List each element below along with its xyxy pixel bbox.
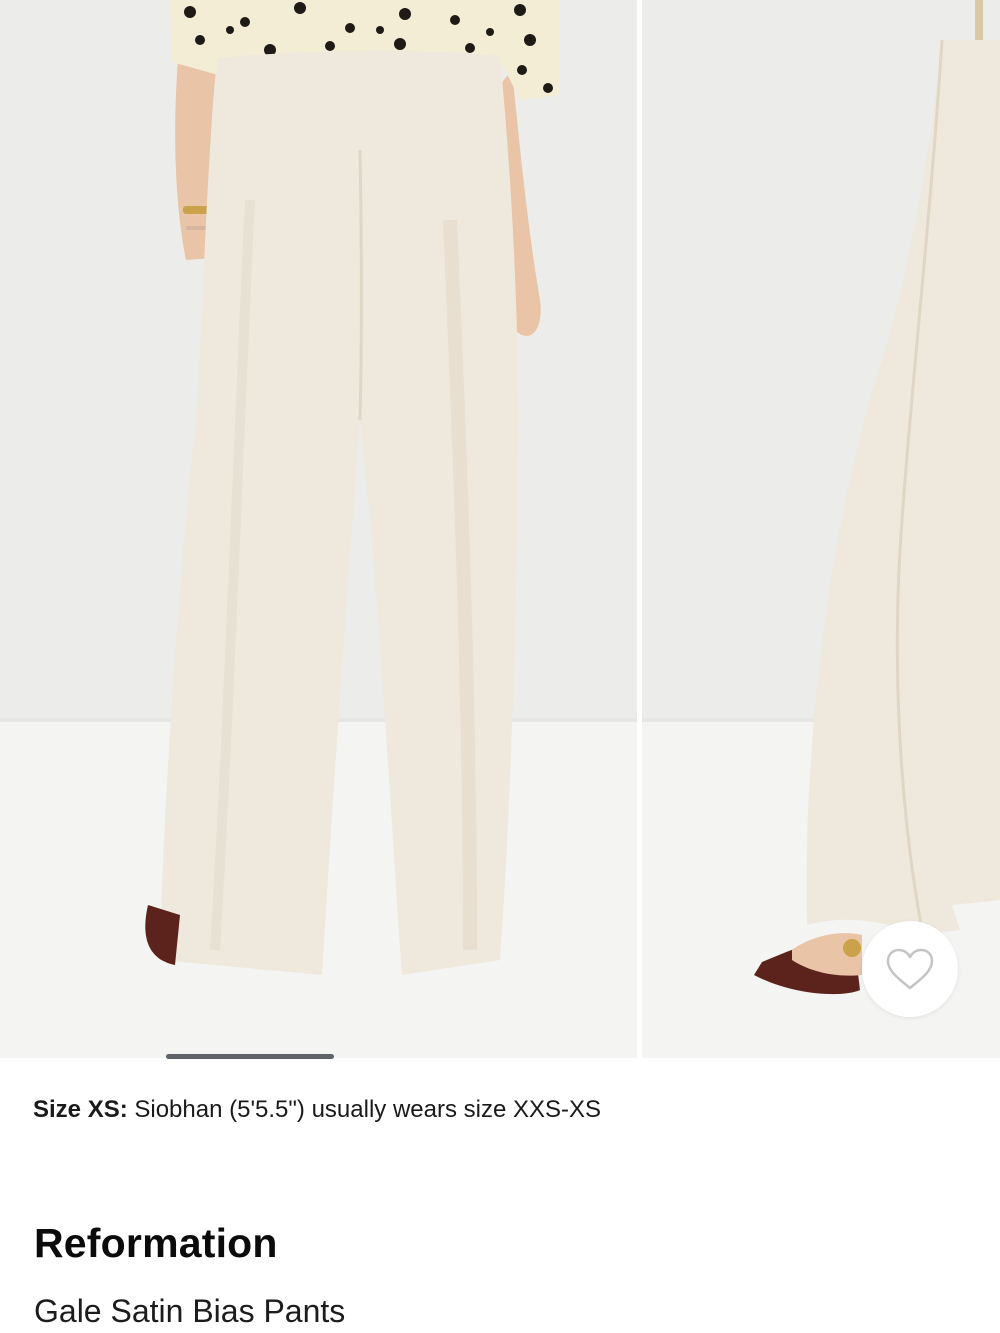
fit-info: Size XS: Siobhan (5'5.5") usually wears … bbox=[33, 1096, 601, 1124]
product-brand[interactable]: Reformation bbox=[34, 1220, 278, 1267]
product-photo-side[interactable] bbox=[642, 0, 1000, 1058]
fit-size-text: Siobhan (5'5.5") usually wears size XXS-… bbox=[127, 1096, 602, 1123]
fit-size-label: Size XS: bbox=[33, 1096, 128, 1123]
product-title: Gale Satin Bias Pants bbox=[34, 1293, 346, 1329]
product-photo-back[interactable] bbox=[0, 0, 637, 1058]
favorite-button[interactable] bbox=[862, 921, 958, 1017]
side-view-illustration bbox=[642, 0, 1000, 1058]
product-image-gallery[interactable] bbox=[0, 0, 1000, 1060]
gallery-scroll-indicator bbox=[166, 1054, 334, 1059]
back-view-illustration bbox=[0, 0, 637, 1058]
heart-outline-icon bbox=[886, 948, 934, 990]
